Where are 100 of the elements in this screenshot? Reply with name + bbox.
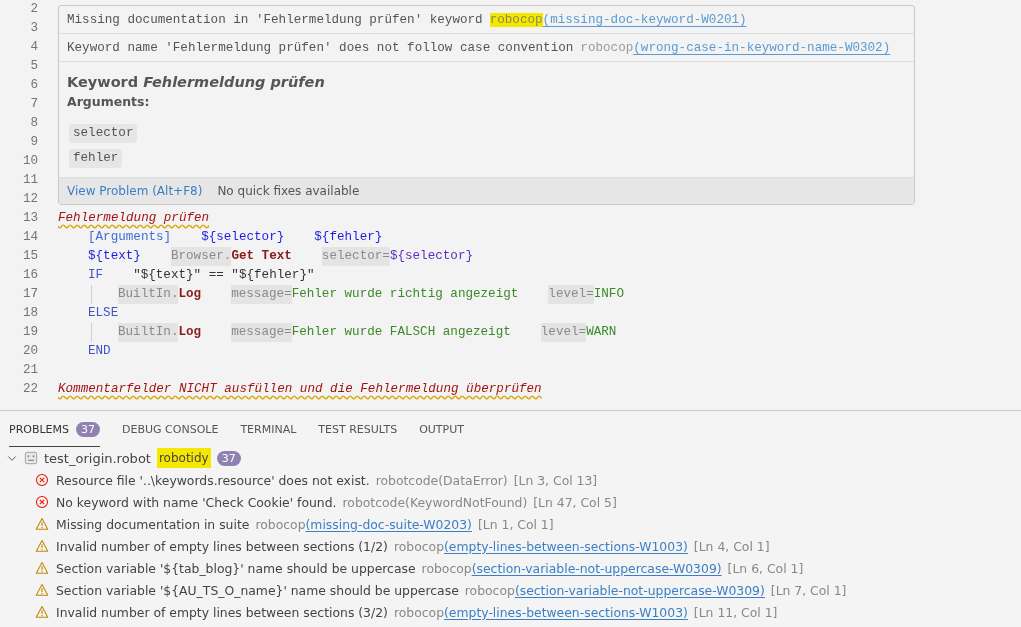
quick-fix-note: No quick fixes available (217, 184, 360, 198)
keyword-call: Log (178, 286, 202, 303)
line-number: 11 (21, 172, 38, 189)
problem-row[interactable]: Invalid number of empty lines between sections (1/2) robocop(empty-lines-between-sections-W1003) [Ln 4, Col 1] (0, 535, 1021, 557)
problem-row[interactable]: Section variable '${AU_TS_O_name}' name should be uppercase robocop(section-variable-not-uppercase-W0309) [Ln 7, Col 1] (0, 579, 1021, 601)
argument-name: level= (548, 285, 594, 304)
argument-value: INFO (593, 286, 624, 303)
argument-name: BuiltIn. (118, 323, 179, 342)
rule-link[interactable]: (empty-lines-between-sections-W1003) (444, 538, 688, 554)
problem-source: robocop (464, 582, 515, 598)
argument-chip: selector (69, 124, 138, 143)
problem-message: Invalid number of empty lines between sections (1/2) (56, 538, 388, 554)
keyword-title: Keyword Fehlermeldung prüfen (67, 74, 326, 90)
line-number: 17 (21, 286, 38, 303)
argument-name: selector= (321, 247, 390, 266)
control-keyword: IF (88, 267, 104, 284)
rule-link[interactable]: (empty-lines-between-sections-W1003) (444, 604, 688, 620)
file-name: test_origin.robot (44, 450, 151, 466)
panel-tab[interactable]: OUTPUT (419, 411, 464, 447)
file-tag: robotidy (156, 448, 211, 468)
count-badge: 37 (216, 450, 241, 466)
problem-row[interactable]: Missing documentation in suite robocop(missing-doc-suite-W0203) [Ln 1, Col 1] (0, 513, 1021, 535)
robot-file-icon (24, 451, 38, 465)
rule-link[interactable]: (missing-doc-suite-W0203) (305, 516, 472, 532)
tab-label: TEST RESULTS (318, 423, 398, 436)
control-keyword: ELSE (88, 305, 119, 322)
line-number: 20 (21, 343, 38, 360)
problem-message: Missing documentation in 'Fehlermeldung prüfen' keyword (67, 12, 483, 27)
condition-expression: "${text}" == "${fehler}" (133, 267, 315, 284)
problem-location: [Ln 1, Col 1] (477, 516, 554, 532)
keyword-name: Kommentarfelder NICHT ausfüllen und die Fehlermeldung überprüfen (58, 381, 542, 398)
warning-icon (35, 583, 49, 597)
problem-row[interactable]: Section variable '${tab_blog}' name should be uppercase robocop(section-variable-not-uppercase-W0309) [Ln 6, Col 1] (0, 557, 1021, 579)
line-number: 5 (29, 58, 38, 75)
problem-message: Keyword name 'Fehlermeldung prüfen' does not follow case convention (67, 40, 574, 55)
count-badge: 37 (76, 422, 101, 437)
error-icon (35, 473, 49, 487)
variable-token: ${text} (88, 248, 141, 265)
argument-name: message= (231, 285, 292, 304)
line-number: 15 (21, 248, 38, 265)
problem-row[interactable]: Invalid number of empty lines between sections (3/2) robocop(empty-lines-between-sections-W1003) [Ln 11, Col 1] (0, 601, 1021, 623)
problem-row[interactable]: Resource file '..\keywords.resource' does not exist. robotcode(DataError) [Ln 3, Col 13] (0, 469, 1021, 491)
line-number: 9 (29, 134, 38, 151)
problem-source: robocop (255, 516, 306, 532)
file-row[interactable]: test_origin.robot robotidy 37 (0, 447, 1021, 469)
problem-message: No keyword with name 'Check Cookie' found. (56, 494, 337, 510)
problem-code: (KeywordNotFound) (405, 494, 528, 510)
keyword-call: Log (178, 324, 202, 341)
line-number: 21 (21, 362, 38, 379)
argument-name: Browser. (170, 247, 232, 266)
argument-value: WARN (586, 324, 617, 341)
warning-icon (35, 561, 49, 575)
argument-chip: fehler (69, 149, 123, 168)
rule-link[interactable]: (section-variable-not-uppercase-W0309) (471, 560, 722, 576)
arguments-label: Arguments: (67, 94, 151, 109)
problem-message: Section variable '${tab_blog}' name should be uppercase (56, 560, 416, 576)
tab-label: PROBLEMS (9, 423, 70, 436)
panel-tab[interactable]: TERMINAL (240, 411, 297, 447)
variable-token: ${selector} (389, 248, 473, 265)
line-number: 19 (21, 324, 38, 341)
rule-link[interactable]: (section-variable-not-uppercase-W0309) (514, 582, 765, 598)
line-number: 13 (21, 210, 38, 227)
problem-location: [Ln 3, Col 13] (513, 472, 598, 488)
problem-code: (DataError) (438, 472, 508, 488)
argument-name: level= (540, 323, 587, 342)
error-icon (35, 495, 49, 509)
warning-icon (35, 539, 49, 553)
line-number: 8 (29, 115, 38, 132)
variable-token: ${selector} (201, 229, 285, 246)
line-number: 22 (21, 381, 38, 398)
problem-message: Invalid number of empty lines between sections (3/2) (56, 604, 388, 620)
argument-name: message= (231, 323, 292, 342)
problem-source: robotcode (375, 472, 439, 488)
warning-icon (35, 605, 49, 619)
problem-row[interactable]: No keyword with name 'Check Cookie' found. robotcode(KeywordNotFound) [Ln 47, Col 5] (0, 491, 1021, 513)
problem-location: [Ln 47, Col 5] (533, 494, 617, 510)
problem-source: robocop (580, 40, 634, 55)
variable-token: ${fehler} (314, 229, 383, 246)
panel-tab[interactable]: PROBLEMS 37 (9, 411, 101, 447)
line-number: 10 (21, 153, 38, 170)
tab-label: OUTPUT (419, 423, 464, 436)
setting-token: [Arguments] (88, 229, 172, 246)
panel-tab[interactable]: DEBUG CONSOLE (122, 411, 219, 447)
line-number: 16 (21, 267, 38, 284)
problem-source: robocop (393, 604, 444, 620)
problem-source: robocop (393, 538, 444, 554)
keyword-name: Fehlermeldung prüfen (58, 210, 210, 227)
argument-name: BuiltIn. (118, 285, 179, 304)
problem-location: [Ln 7, Col 1] (770, 582, 847, 598)
panel-tab[interactable]: TEST RESULTS (318, 411, 398, 447)
warning-icon (35, 517, 49, 531)
argument-value: Fehler wurde FALSCH angezeigt (291, 324, 511, 341)
line-number: 3 (29, 20, 38, 37)
problem-source: robocop (489, 12, 543, 27)
line-number: 6 (29, 77, 38, 94)
keyword-call: Get Text (231, 248, 292, 265)
control-keyword: END (88, 343, 111, 360)
tab-label: TERMINAL (240, 423, 297, 436)
problem-source: robocop (421, 560, 472, 576)
line-number: 12 (21, 191, 38, 208)
